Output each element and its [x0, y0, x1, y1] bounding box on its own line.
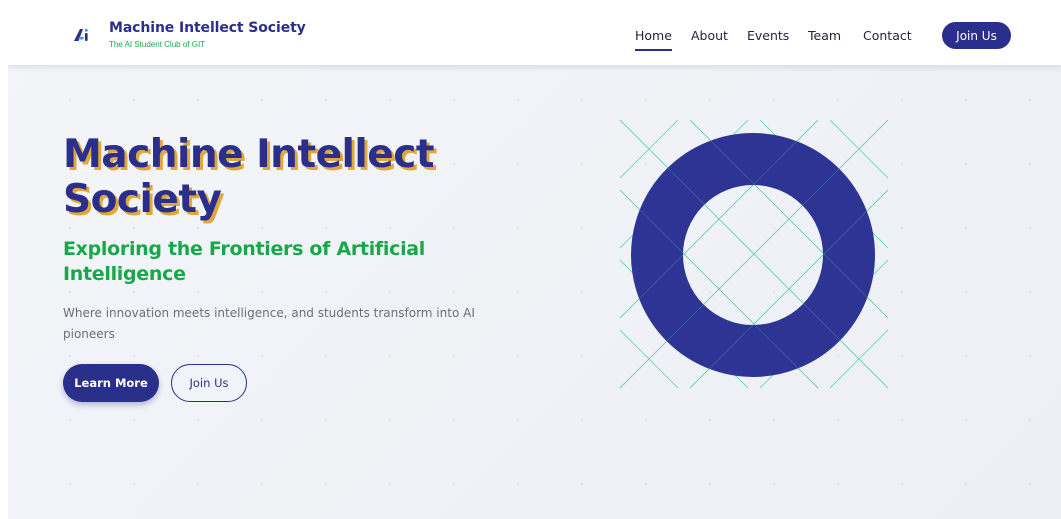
- hero-title-line-1: Machine Intellect: [63, 132, 435, 177]
- nav-contact[interactable]: Contact: [863, 28, 912, 43]
- page: Machine Intellect Society The AI Student…: [8, 8, 1061, 519]
- hero-subtitle-line-1: Exploring the Frontiers of Artificial: [63, 238, 426, 260]
- hero-description: Where innovation meets intelligence, and…: [63, 303, 523, 345]
- main-nav: Home About Events Team Contact Join Us: [8, 8, 1061, 65]
- hero-subtitle-line-2: Intelligence: [63, 263, 186, 285]
- site-header: Machine Intellect Society The AI Student…: [8, 8, 1061, 65]
- hero-title: Machine Intellect Society: [63, 132, 533, 222]
- hero-title-line-2: Society: [63, 177, 222, 222]
- nav-team[interactable]: Team: [808, 28, 841, 43]
- hero-description-line-1: Where innovation meets intelligence, and…: [63, 306, 475, 320]
- hero-join-button[interactable]: Join Us: [171, 364, 247, 402]
- nav-join-button[interactable]: Join Us: [942, 22, 1011, 49]
- hero-subtitle: Exploring the Frontiers of Artificial In…: [63, 237, 493, 287]
- nav-about[interactable]: About: [691, 28, 728, 43]
- hero-description-line-2: pioneers: [63, 327, 115, 341]
- ai-ring-graphic: [619, 119, 888, 389]
- learn-more-button[interactable]: Learn More: [63, 364, 159, 402]
- nav-events[interactable]: Events: [747, 28, 789, 43]
- nav-home[interactable]: Home: [635, 28, 672, 51]
